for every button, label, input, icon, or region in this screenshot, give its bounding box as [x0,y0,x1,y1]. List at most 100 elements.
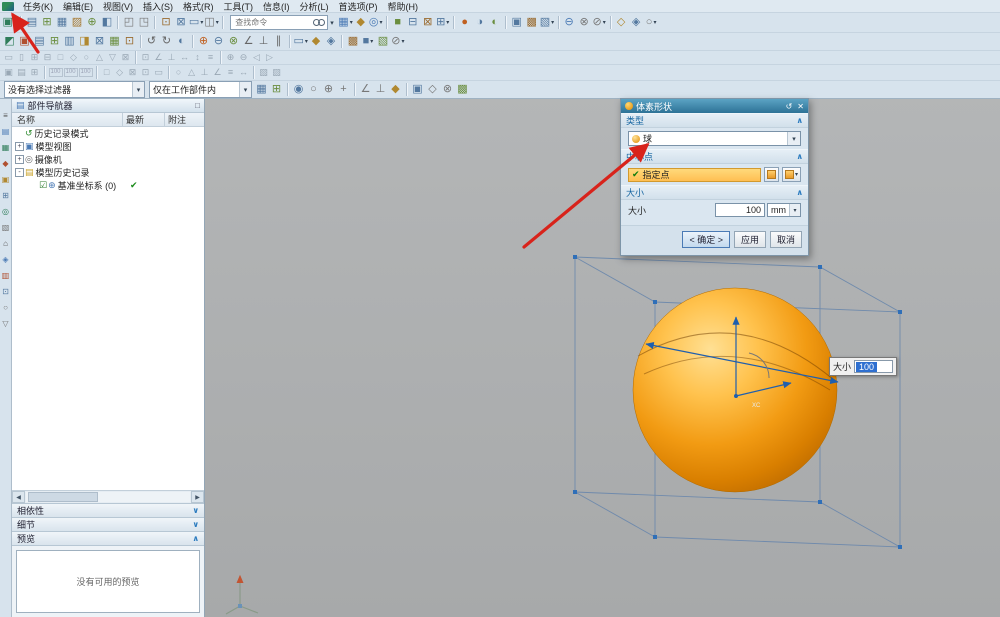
tool-icon[interactable]: ◐ [488,15,502,30]
chevron-down-icon[interactable]: ▾ [132,82,144,97]
tool-icon[interactable]: ▩ [346,34,360,49]
navigator-section-header[interactable]: 细节∨ [12,517,204,531]
column-name[interactable]: 名称 [12,113,122,126]
tool-icon[interactable]: ⊕ [225,52,237,63]
tool-icon[interactable]: ◎▾ [369,15,383,30]
tree-row[interactable]: +▣模型视图 [12,140,204,153]
tool-icon[interactable]: ⊠ [127,67,139,78]
tool-icon[interactable]: ▨ [70,15,84,30]
tool-icon[interactable]: ∠ [359,82,373,97]
tool-icon[interactable]: ⊘▾ [391,34,405,49]
tool-icon[interactable]: ◳ [137,15,151,30]
tool-icon[interactable]: ⊗ [577,15,591,30]
tree-row[interactable]: ☑⊕基准坐标系 (0)✔ [12,179,204,192]
resource-bar-icon[interactable]: ≡ [3,112,8,120]
tool-icon[interactable]: ⊥ [166,52,178,63]
tool-icon[interactable]: ⊖ [212,34,226,49]
tool-icon[interactable]: ▧ [258,67,270,78]
menu-item[interactable]: 工具(T) [219,0,259,13]
chevron-down-icon[interactable]: ▾ [305,39,308,45]
new-button[interactable]: ▣▾ [3,15,17,30]
tool-icon[interactable]: ⊟ [406,15,420,30]
search-dropdown-icon[interactable]: ▾ [330,19,334,27]
tool-icon[interactable]: ⊞ [29,52,41,63]
scrollbar-track[interactable] [26,492,190,502]
section-type[interactable]: 类型 ∧ [621,113,808,128]
tool-icon[interactable]: 100 [49,67,63,78]
tool-icon[interactable]: ▩ [456,82,470,97]
tool-icon[interactable]: ▣ [3,67,15,78]
tree-expander-icon[interactable]: + [15,142,24,151]
tool-icon[interactable]: ⊕ [322,82,336,97]
resource-bar-icon[interactable]: ▤ [2,128,10,136]
type-dropdown[interactable]: 球 ▾ [628,131,801,146]
tool-icon[interactable]: ⊠ [120,52,132,63]
tool-icon[interactable]: ▦ [255,82,269,97]
tool-icon[interactable]: ∥ [272,34,286,49]
open-button[interactable]: ▤ [25,15,39,30]
tool-icon[interactable]: ⊡ [123,34,137,49]
resource-bar-icon[interactable]: ◎ [2,208,9,216]
menu-item[interactable]: 首选项(P) [334,0,383,13]
tool-icon[interactable]: ▦ [108,34,122,49]
specify-point-field[interactable]: ✔ 指定点 [628,168,761,182]
tree-row[interactable]: +◎摄像机 [12,153,204,166]
tool-icon[interactable]: ⊞ [29,67,41,78]
command-finder-box[interactable] [230,15,328,30]
tool-icon[interactable]: ↔ [238,67,250,78]
tool-icon[interactable]: ○ [81,52,93,63]
point-dialog-button[interactable] [764,167,779,182]
tool-icon[interactable]: ⊥ [374,82,388,97]
chevron-down-icon[interactable]: ▾ [446,20,449,26]
tool-icon[interactable]: ○ [173,67,185,78]
tool-icon[interactable]: ◇ [426,82,440,97]
tree-checkbox[interactable]: ☑ [39,180,47,191]
resource-bar-icon[interactable]: ⌂ [3,240,8,248]
size-input[interactable]: 100 [715,203,765,217]
primitive-sphere-button[interactable]: ◩ [3,34,17,49]
chevron-up-icon[interactable]: ∧ [797,188,804,197]
tree-expander-icon[interactable]: - [15,168,24,177]
tool-icon[interactable]: ▭▾ [294,34,308,49]
dialog-titlebar[interactable]: 体素形状 ↺ ✕ [621,99,808,113]
tool-icon[interactable]: ◨ [78,34,92,49]
column-latest[interactable]: 最新 [122,113,164,126]
tool-icon[interactable]: ⊞ [40,15,54,30]
tool-icon[interactable]: △ [186,67,198,78]
chevron-down-icon[interactable]: ▾ [551,20,554,26]
menu-item[interactable]: 视图(V) [98,0,138,13]
navigator-section-header[interactable]: 相依性∨ [12,503,204,517]
tool-icon[interactable]: ◆ [309,34,323,49]
tool-icon[interactable]: ▥ [63,34,77,49]
tool-icon[interactable]: ↕ [192,52,204,63]
tool-icon[interactable]: ◇ [614,15,628,30]
center-point-handle[interactable] [734,394,738,398]
tool-icon[interactable]: ◉ [292,82,306,97]
tool-icon[interactable]: □ [101,67,113,78]
tool-icon[interactable]: ◧ [100,15,114,30]
chevron-icon[interactable]: ∧ [193,534,200,543]
tool-icon[interactable]: ▧▾ [540,15,554,30]
chevron-down-icon[interactable]: ▾ [14,20,17,26]
search-input[interactable] [233,17,313,28]
bounding-box-handles[interactable] [573,255,902,549]
tool-icon[interactable]: ◫▾ [204,15,218,30]
tool-icon[interactable]: ▧ [376,34,390,49]
menu-item[interactable]: 信息(I) [258,0,295,13]
menu-item[interactable]: 格式(R) [178,0,219,13]
menu-item[interactable]: 编辑(E) [58,0,98,13]
tool-icon[interactable]: + [337,82,351,97]
resource-bar-icon[interactable]: ▥ [2,272,10,280]
tool-icon[interactable]: ⊗ [441,82,455,97]
apply-button[interactable]: 应用 [734,231,766,248]
tool-icon[interactable]: ◆ [389,82,403,97]
tool-icon[interactable]: ▤ [16,67,28,78]
chevron-down-icon[interactable]: ▾ [653,20,656,26]
scroll-left-icon[interactable]: ◀ [12,491,25,503]
tool-icon[interactable]: ● [458,15,472,30]
tool-icon[interactable]: ◇ [114,67,126,78]
tool-icon[interactable]: 100 [79,67,93,78]
tool-icon[interactable]: ◆ [354,15,368,30]
tool-icon[interactable]: ◐ [175,34,189,49]
chevron-down-icon[interactable]: ▾ [239,82,251,97]
